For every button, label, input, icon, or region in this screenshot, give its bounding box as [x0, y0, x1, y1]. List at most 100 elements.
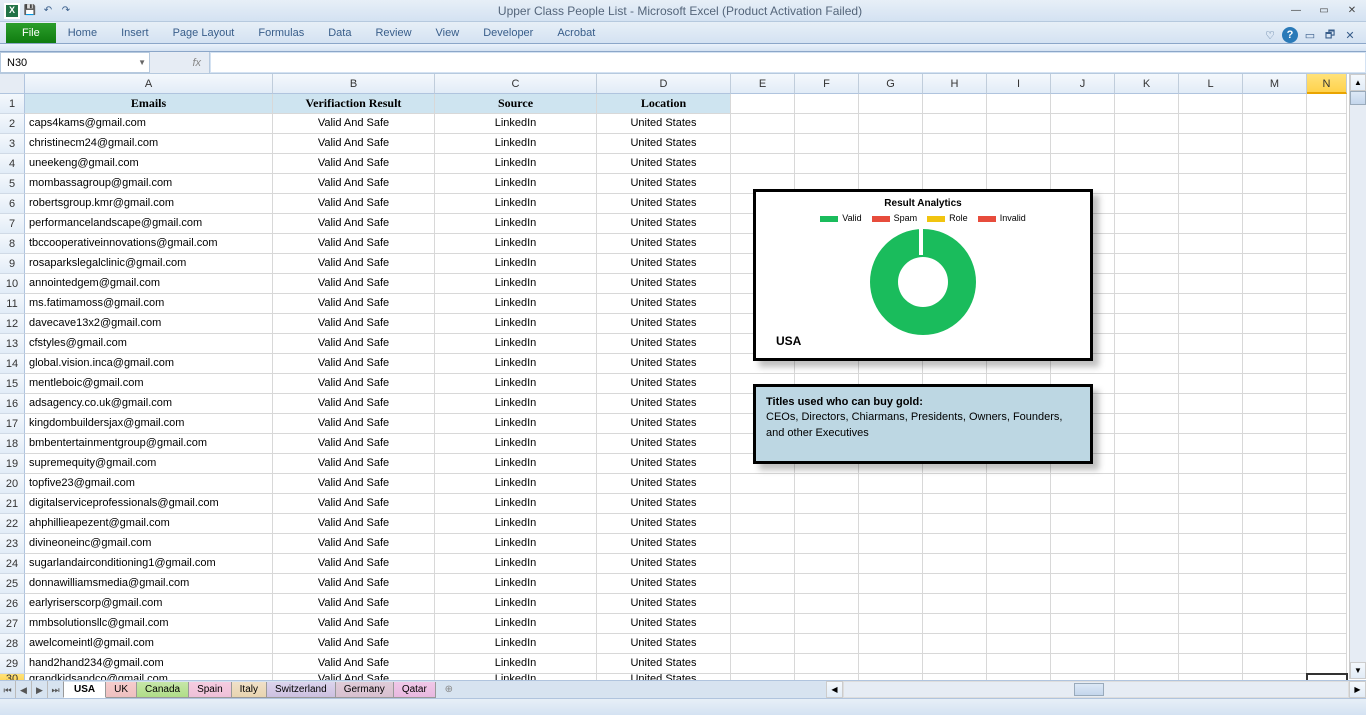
cell-C25[interactable]: LinkedIn — [435, 574, 597, 594]
minimize-button[interactable]: — — [1282, 1, 1310, 21]
cell-L15[interactable] — [1179, 374, 1243, 394]
cell-N22[interactable] — [1307, 514, 1347, 534]
cell-B12[interactable]: Valid And Safe — [273, 314, 435, 334]
cell-J2[interactable] — [1051, 114, 1115, 134]
cell-M6[interactable] — [1243, 194, 1307, 214]
cell-M16[interactable] — [1243, 394, 1307, 414]
cell-B14[interactable]: Valid And Safe — [273, 354, 435, 374]
cell-N15[interactable] — [1307, 374, 1347, 394]
cell-C16[interactable]: LinkedIn — [435, 394, 597, 414]
cell-C7[interactable]: LinkedIn — [435, 214, 597, 234]
cell-K19[interactable] — [1115, 454, 1179, 474]
cell-B10[interactable]: Valid And Safe — [273, 274, 435, 294]
cell-C19[interactable]: LinkedIn — [435, 454, 597, 474]
cell-L25[interactable] — [1179, 574, 1243, 594]
cell-H25[interactable] — [923, 574, 987, 594]
cell-F20[interactable] — [795, 474, 859, 494]
cell-I28[interactable] — [987, 634, 1051, 654]
cell-I1[interactable] — [987, 94, 1051, 114]
cell-G23[interactable] — [859, 534, 923, 554]
cell-J3[interactable] — [1051, 134, 1115, 154]
row-header-16[interactable]: 16 — [0, 394, 25, 414]
cell-B1[interactable]: Verifiaction Result — [273, 94, 435, 114]
row-header-19[interactable]: 19 — [0, 454, 25, 474]
cell-G4[interactable] — [859, 154, 923, 174]
cell-D10[interactable]: United States — [597, 274, 731, 294]
cell-C28[interactable]: LinkedIn — [435, 634, 597, 654]
cell-H2[interactable] — [923, 114, 987, 134]
cell-L17[interactable] — [1179, 414, 1243, 434]
cell-B20[interactable]: Valid And Safe — [273, 474, 435, 494]
cell-D27[interactable]: United States — [597, 614, 731, 634]
row-header-18[interactable]: 18 — [0, 434, 25, 454]
cell-B23[interactable]: Valid And Safe — [273, 534, 435, 554]
cell-B26[interactable]: Valid And Safe — [273, 594, 435, 614]
cell-N1[interactable] — [1307, 94, 1347, 114]
cell-F23[interactable] — [795, 534, 859, 554]
cell-K9[interactable] — [1115, 254, 1179, 274]
cell-E26[interactable] — [731, 594, 795, 614]
row-header-29[interactable]: 29 — [0, 654, 25, 674]
cell-K27[interactable] — [1115, 614, 1179, 634]
cell-D18[interactable]: United States — [597, 434, 731, 454]
ribbon-restore-window-icon[interactable]: 🗗 — [1322, 27, 1338, 43]
row-header-25[interactable]: 25 — [0, 574, 25, 594]
cell-E20[interactable] — [731, 474, 795, 494]
cell-M21[interactable] — [1243, 494, 1307, 514]
col-header-B[interactable]: B — [273, 74, 435, 94]
cell-A29[interactable]: hand2hand234@gmail.com — [25, 654, 273, 674]
cell-H3[interactable] — [923, 134, 987, 154]
cell-L22[interactable] — [1179, 514, 1243, 534]
cell-L2[interactable] — [1179, 114, 1243, 134]
cell-B9[interactable]: Valid And Safe — [273, 254, 435, 274]
cell-D13[interactable]: United States — [597, 334, 731, 354]
redo-icon[interactable]: ↷ — [58, 3, 74, 19]
cell-K1[interactable] — [1115, 94, 1179, 114]
cell-D28[interactable]: United States — [597, 634, 731, 654]
cell-M12[interactable] — [1243, 314, 1307, 334]
cell-B18[interactable]: Valid And Safe — [273, 434, 435, 454]
tab-review[interactable]: Review — [363, 23, 423, 43]
cell-J22[interactable] — [1051, 514, 1115, 534]
cell-E3[interactable] — [731, 134, 795, 154]
cell-H26[interactable] — [923, 594, 987, 614]
cell-C18[interactable]: LinkedIn — [435, 434, 597, 454]
cell-F21[interactable] — [795, 494, 859, 514]
sheet-tab-spain[interactable]: Spain — [188, 682, 232, 698]
cell-M17[interactable] — [1243, 414, 1307, 434]
cell-D20[interactable]: United States — [597, 474, 731, 494]
cell-N18[interactable] — [1307, 434, 1347, 454]
cell-A2[interactable]: caps4kams@gmail.com — [25, 114, 273, 134]
cell-L19[interactable] — [1179, 454, 1243, 474]
cell-F24[interactable] — [795, 554, 859, 574]
cell-F2[interactable] — [795, 114, 859, 134]
cell-A1[interactable]: Emails — [25, 94, 273, 114]
cell-K2[interactable] — [1115, 114, 1179, 134]
row-header-3[interactable]: 3 — [0, 134, 25, 154]
cell-D17[interactable]: United States — [597, 414, 731, 434]
cell-M23[interactable] — [1243, 534, 1307, 554]
cell-K7[interactable] — [1115, 214, 1179, 234]
cell-A15[interactable]: mentleboic@gmail.com — [25, 374, 273, 394]
cell-E24[interactable] — [731, 554, 795, 574]
cell-M8[interactable] — [1243, 234, 1307, 254]
cell-E4[interactable] — [731, 154, 795, 174]
cell-L29[interactable] — [1179, 654, 1243, 674]
row-header-1[interactable]: 1 — [0, 94, 25, 114]
col-header-C[interactable]: C — [435, 74, 597, 94]
cell-N5[interactable] — [1307, 174, 1347, 194]
cell-H1[interactable] — [923, 94, 987, 114]
row-header-21[interactable]: 21 — [0, 494, 25, 514]
tab-data[interactable]: Data — [316, 23, 363, 43]
cell-B29[interactable]: Valid And Safe — [273, 654, 435, 674]
row-header-9[interactable]: 9 — [0, 254, 25, 274]
cell-A23[interactable]: divineoneinc@gmail.com — [25, 534, 273, 554]
cell-L14[interactable] — [1179, 354, 1243, 374]
cell-M24[interactable] — [1243, 554, 1307, 574]
cell-E28[interactable] — [731, 634, 795, 654]
cell-L24[interactable] — [1179, 554, 1243, 574]
cell-F3[interactable] — [795, 134, 859, 154]
cell-K25[interactable] — [1115, 574, 1179, 594]
cell-H21[interactable] — [923, 494, 987, 514]
cell-M27[interactable] — [1243, 614, 1307, 634]
